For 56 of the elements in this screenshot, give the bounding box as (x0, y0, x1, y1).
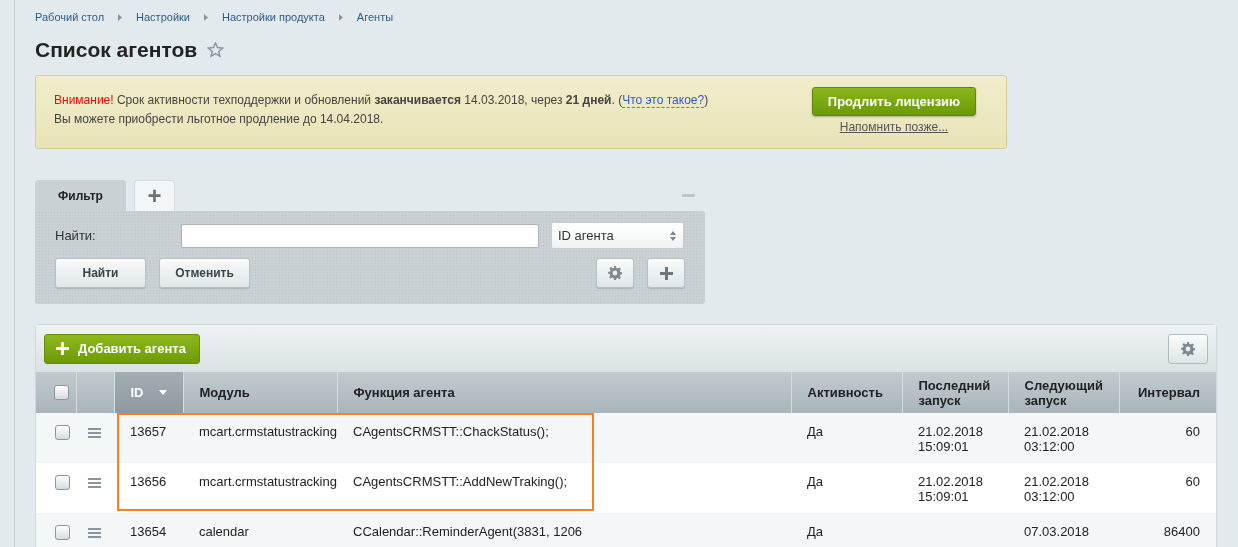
table-cell: CCalendar::ReminderAgent(3831, 1206 (353, 524, 583, 539)
table-cell: 13657 (130, 424, 167, 439)
find-label: Найти: (55, 228, 97, 243)
notice-text: Внимание! Срок активности техподдержки и обновлений заканчивается 14.03.2018, через 21 дней. (Что это такое?) (54, 92, 709, 110)
table-cell: Да (807, 524, 824, 539)
breadcrumb-link[interactable]: Настройки продукта (222, 11, 325, 23)
table-cell: calendar (199, 524, 249, 539)
breadcrumb-link[interactable]: Настройки (136, 11, 190, 23)
star-icon[interactable] (207, 42, 225, 58)
table-cell: mcart.crmstatustracking (199, 474, 337, 489)
menu-icon[interactable] (88, 478, 101, 488)
sort-arrow-icon (158, 390, 167, 395)
what-is-this-link[interactable]: Что это такое? (622, 93, 705, 108)
table-cell-text: 21.02.2018 15:09:01 (918, 424, 985, 454)
table-cell-text: 07.03.2018 (1024, 524, 1091, 539)
table-cell-text: 21.02.2018 03:12:00 (1024, 424, 1091, 454)
settings-icon (608, 266, 622, 280)
table-cell: Да (807, 474, 824, 489)
updown-arrows-icon (670, 230, 676, 241)
table-cell-text: 21.02.2018 03:12:00 (1024, 474, 1091, 504)
row-checkbox[interactable] (54, 525, 70, 540)
find-button[interactable]: Найти (55, 258, 146, 288)
breadcrumb-arrow-icon (118, 13, 123, 21)
search-field[interactable] (181, 223, 539, 248)
remind-later-link[interactable]: Напомнить позже... (839, 120, 949, 134)
table-cell: 13656 (130, 474, 167, 489)
filter-tab[interactable]: Фильтр (35, 180, 126, 211)
select-all-checkbox[interactable] (54, 385, 70, 400)
breadcrumb-link[interactable]: Агенты (356, 11, 394, 23)
settings-icon (1181, 341, 1195, 356)
add-condition-button[interactable] (647, 258, 685, 288)
table-cell: 60 (1185, 424, 1200, 439)
table-cell: 13654 (130, 524, 167, 539)
breadcrumb-arrow-icon (204, 13, 208, 21)
plus-icon (56, 342, 69, 355)
table-cell: CAgentsCRMSTT::ChackStatus(); (353, 424, 549, 439)
table-cell: 60 (1185, 474, 1200, 489)
notice-text: Вы можете приобрести льготное продление до 14.04.2018. (54, 111, 385, 128)
table-cell: Да (807, 424, 824, 439)
grid-settings-button[interactable] (1168, 333, 1208, 364)
breadcrumb-link[interactable]: Рабочий стол (35, 11, 105, 23)
table-cell: CAgentsCRMSTT::AddNewTraking(); (353, 474, 568, 489)
page-title: Список агентов (35, 38, 198, 62)
menu-icon[interactable] (88, 428, 101, 438)
row-checkbox[interactable] (54, 425, 70, 440)
menu-icon[interactable] (88, 528, 101, 538)
field-select[interactable]: ID агента (551, 222, 684, 249)
add-tab-button[interactable]: + (134, 180, 175, 211)
table-cell-text: 21.02.2018 15:09:01 (918, 474, 985, 504)
plus-icon (659, 266, 673, 280)
table-cell: 86400 (1163, 524, 1200, 539)
cancel-button[interactable]: Отменить (159, 258, 250, 288)
breadcrumb-arrow-icon (338, 13, 343, 21)
settings-button[interactable] (596, 258, 634, 288)
table-cell: mcart.crmstatustracking (199, 424, 337, 439)
row-checkbox[interactable] (54, 475, 70, 490)
